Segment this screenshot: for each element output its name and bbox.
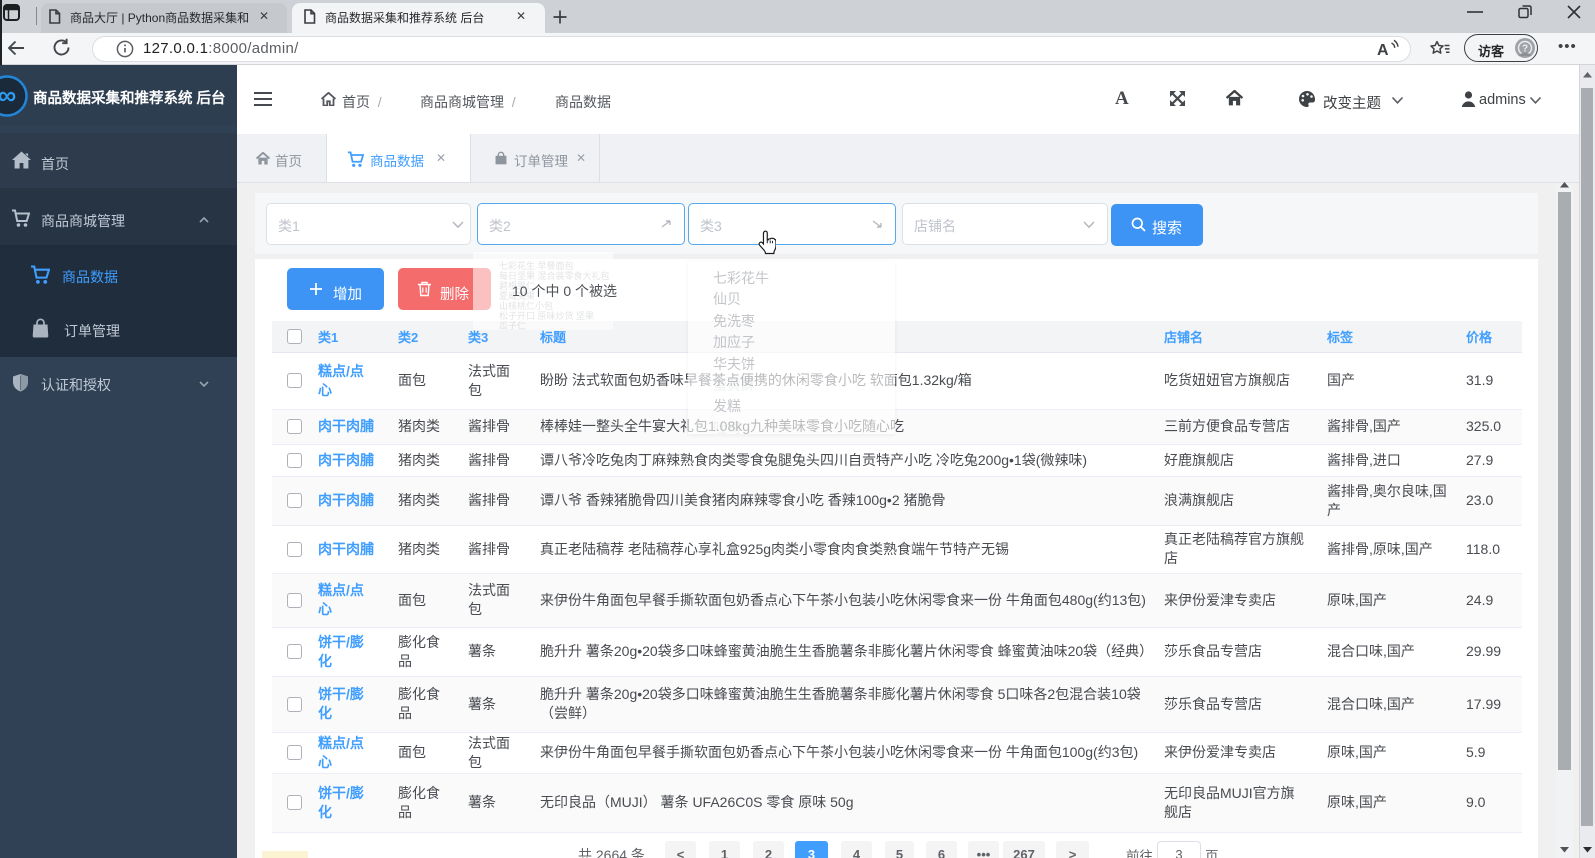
svg-text:∞: ∞ [0,80,16,110]
svg-text:A: A [1377,42,1389,58]
